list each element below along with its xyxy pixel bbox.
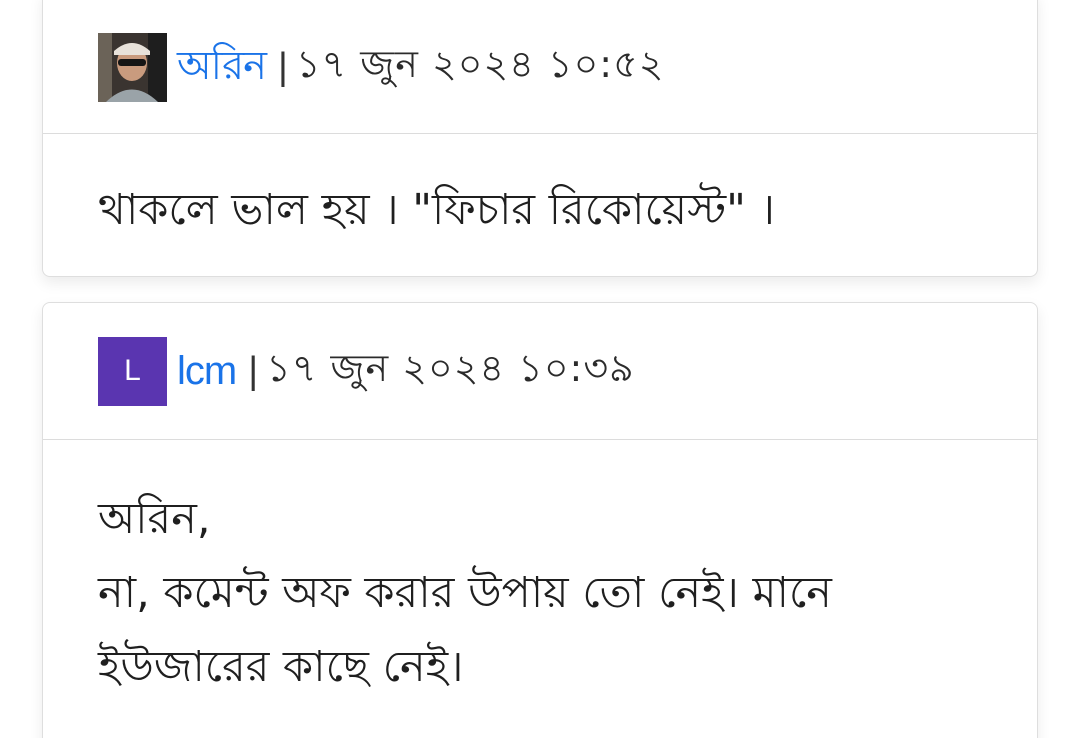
comment-text-line: না, কমেন্ট অফ করার উপায় তো নেই। মানে <box>98 568 832 618</box>
comment-timestamp: ১৭ জুন ২০২৪ ১০:৩৯ <box>266 346 635 390</box>
header-separator: | <box>277 45 288 88</box>
author-link[interactable]: lcm <box>177 349 237 394</box>
avatar-letter: L <box>124 354 141 387</box>
comment-body: থাকলে ভাল হয় । "ফিচার রিকোয়েস্ট" । <box>43 134 1037 249</box>
comment-body: অরিন, না, কমেন্ট অফ করার উপায় তো নেই। ম… <box>43 440 1037 704</box>
header-separator: | <box>248 349 259 392</box>
user-photo-icon <box>98 32 167 102</box>
comment-card: অরিন | ১৭ জুন ২০২৪ ১০:৫২ থাকলে ভাল হয় ।… <box>42 0 1038 277</box>
comment-card: L lcm | ১৭ জুন ২০২৪ ১০:৩৯ অরিন, না, কমেন… <box>42 302 1038 738</box>
comment-header: L lcm | ১৭ জুন ২০২৪ ১০:৩৯ <box>43 303 1037 440</box>
comment-text-line: ইউজারের কাছে নেই। <box>98 642 464 692</box>
avatar[interactable]: L <box>98 336 167 406</box>
avatar[interactable] <box>98 32 167 102</box>
comment-text-line: থাকলে ভাল হয় । "ফিচার রিকোয়েস্ট" । <box>98 185 775 235</box>
comment-text-line: অরিন, <box>98 494 211 544</box>
comment-feed: অরিন | ১৭ জুন ২০২৪ ১০:৫২ থাকলে ভাল হয় ।… <box>0 0 1080 738</box>
comment-timestamp: ১৭ জুন ২০২৪ ১০:৫২ <box>295 42 665 86</box>
comment-header: অরিন | ১৭ জুন ২০২৪ ১০:৫২ <box>43 0 1037 134</box>
author-link[interactable]: অরিন <box>177 34 267 101</box>
